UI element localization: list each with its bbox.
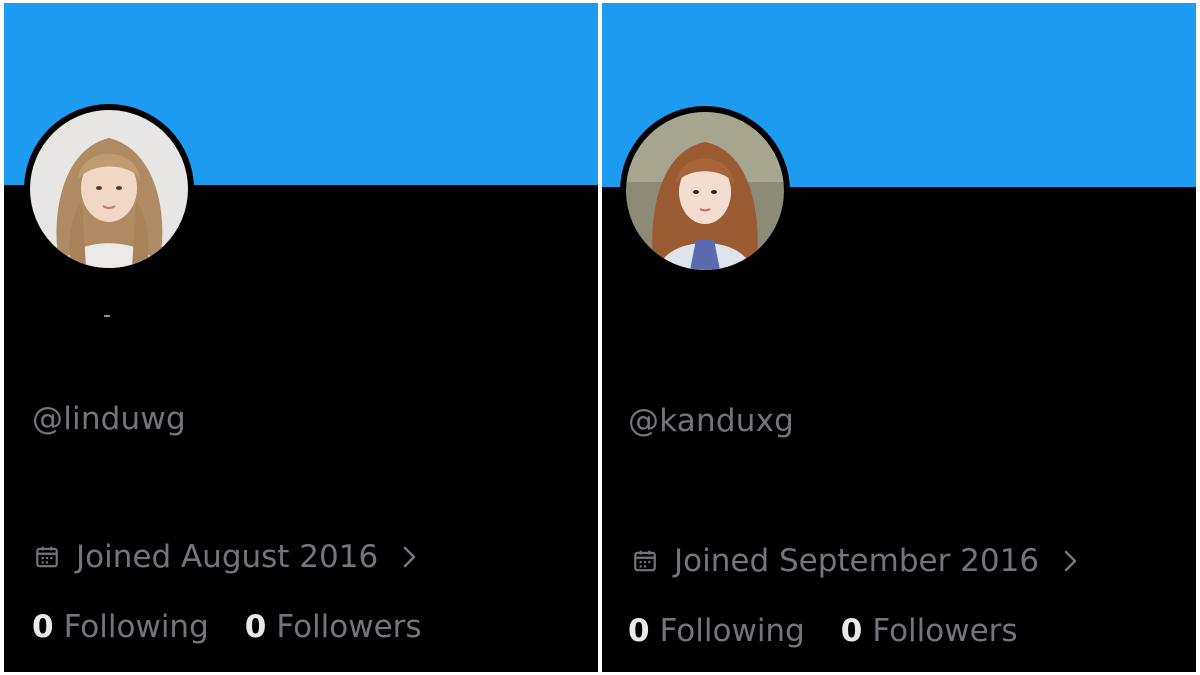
profile-card-left: @linduwg Joined August 2016 0 Following … — [4, 3, 598, 672]
joined-date-row[interactable]: Joined August 2016 — [34, 539, 420, 575]
calendar-icon — [36, 546, 58, 568]
follow-stats: 0 Following 0 Followers — [32, 609, 458, 645]
following-stat[interactable]: 0 Following — [628, 613, 805, 649]
profile-handle: @kanduxg — [628, 403, 794, 439]
followers-label: Followers — [872, 613, 1018, 649]
joined-date-row[interactable]: Joined September 2016 — [632, 543, 1081, 579]
profile-avatar[interactable] — [620, 106, 790, 276]
following-count: 0 — [628, 613, 650, 649]
profile-card-right: @kanduxg Joined September 2016 0 Followi… — [602, 3, 1196, 672]
chevron-right-icon[interactable] — [400, 544, 420, 570]
avatar-photo — [30, 110, 188, 268]
avatar-photo — [626, 112, 784, 270]
following-label: Following — [659, 613, 805, 649]
profile-avatar[interactable] — [24, 104, 194, 274]
chevron-right-icon[interactable] — [1061, 548, 1081, 574]
following-label: Following — [63, 609, 209, 645]
followers-stat[interactable]: 0 Followers — [245, 609, 422, 645]
followers-stat[interactable]: 0 Followers — [841, 613, 1018, 649]
joined-date-text: Joined September 2016 — [674, 543, 1040, 579]
followers-count: 0 — [840, 613, 863, 649]
followers-label: Followers — [276, 609, 422, 645]
follow-stats: 0 Following 0 Followers — [628, 613, 1054, 649]
display-name-redacted — [104, 315, 110, 317]
calendar-icon — [634, 550, 656, 572]
joined-date-text: Joined August 2016 — [76, 539, 379, 575]
profile-handle: @linduwg — [32, 401, 186, 437]
followers-count: 0 — [244, 609, 267, 645]
following-stat[interactable]: 0 Following — [32, 609, 209, 645]
following-count: 0 — [32, 609, 54, 645]
screenshot-collage: @linduwg Joined August 2016 0 Following … — [0, 0, 1200, 675]
